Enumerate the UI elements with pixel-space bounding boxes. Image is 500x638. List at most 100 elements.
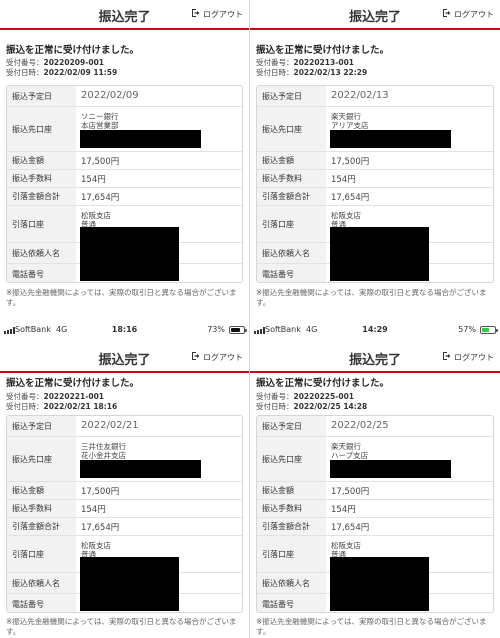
row-fee: 振込手数料 154円 [257,499,493,517]
fee-value: 154円 [81,175,106,185]
receipt-number-value: 20220221-001 [43,392,105,401]
receipt-datetime-label: 受付日時： [6,402,44,411]
row-total: 引落金額合計 17,654円 [7,187,242,205]
debit-branch: 松阪支店 [331,541,361,550]
amount-value: 17,500円 [81,487,120,497]
transfer-complete-screen-4: SoftBank 4G 14:29 57% 振込完了 ログアウト 振込を正常に受… [250,319,500,638]
receipt-datetime-value: 2022/02/09 11:59 [43,68,118,77]
row-destination-account: 振込先口座 楽天銀行 ハープ支店 [257,436,493,481]
row-label: 振込金額 [7,482,76,499]
transfer-details-table: 振込予定日 2022/02/21 振込先口座 三井住友銀行 花小金井支店 振込金額 17… [6,415,243,613]
status-bar: SoftBank 4G 18:16 73% [0,319,249,343]
row-label: 振込先口座 [257,437,326,481]
row-label: 振込金額 [257,482,326,499]
redacted-account-number [80,460,201,478]
debit-branch: 松阪支店 [81,541,111,550]
transfer-details-table: 振込予定日 2022/02/09 振込先口座 ソニー銀行 本店営業部 振込金額 17,5… [6,85,243,283]
logout-icon [442,351,452,363]
logout-button[interactable]: ログアウト [442,351,494,363]
row-label: 振込手数料 [257,500,326,517]
row-label: 振込依頼人名 [257,243,326,263]
logout-button[interactable]: ログアウト [191,8,243,20]
total-value: 17,654円 [331,523,370,533]
logout-button[interactable]: ログアウト [191,351,243,363]
scheduled-date-value: 2022/02/21 [81,420,139,431]
success-message: 振込を正常に受け付けました。 [256,378,390,389]
receipt-datetime: 受付日時：2022/02/25 14:28 [256,401,367,412]
amount-value: 17,500円 [81,157,120,167]
redacted-personal-info [80,557,179,611]
destination-account-value: 楽天銀行 アリア支店 [331,112,369,130]
row-label: 振込先口座 [7,437,76,481]
receipt-number-value: 20220213-001 [293,58,355,67]
fee-value: 154円 [331,175,356,185]
transfer-complete-screen-1: 振込完了 ログアウト 振込を正常に受け付けました。 受付番号：20220209-… [0,0,250,319]
success-message: 振込を正常に受け付けました。 [256,45,390,56]
redacted-account-number [330,460,451,478]
receipt-number-value: 20220209-001 [43,58,105,67]
disclaimer-note: ※振込先金融機関によっては、実際の取引日と異なる場合がございます。 [6,617,237,636]
destination-bank: ソニー銀行 [81,112,119,121]
destination-account-value: 楽天銀行 ハープ支店 [331,442,368,460]
destination-branch: 本店営業部 [81,121,119,130]
debit-branch: 松阪支店 [331,211,361,220]
receipt-datetime: 受付日時：2022/02/09 11:59 [6,67,117,78]
receipt-number-label: 受付番号： [6,58,44,67]
transfer-details-table: 振込予定日 2022/02/13 振込先口座 楽天銀行 アリア支店 振込金額 17,50… [256,85,494,283]
row-label: 引落口座 [7,206,76,242]
disclaimer-note: ※振込先金融機関によっては、実際の取引日と異なる場合がございます。 [6,288,237,307]
receipt-number-label: 受付番号： [256,392,294,401]
row-scheduled-date: 振込予定日 2022/02/13 [257,86,493,106]
header: 振込完了 ログアウト [250,0,500,30]
logout-button[interactable]: ログアウト [442,8,494,20]
row-label: 引落口座 [7,536,76,572]
row-label: 電話番号 [7,594,76,612]
receipt-datetime-label: 受付日時： [6,68,44,77]
logout-label: ログアウト [203,9,243,19]
destination-bank: 楽天銀行 [331,112,361,121]
row-label: 引落金額合計 [257,188,326,205]
fee-value: 154円 [81,505,106,515]
destination-bank: 三井住友銀行 [81,442,126,451]
row-label: 引落金額合計 [7,188,76,205]
row-destination-account: 振込先口座 三井住友銀行 花小金井支店 [7,436,242,481]
logout-icon [442,8,452,20]
amount-value: 17,500円 [331,157,370,167]
row-label: 振込依頼人名 [7,573,76,593]
header: 振込完了 ログアウト [0,343,249,373]
disclaimer-note: ※振込先金融機関によっては、実際の取引日と異なる場合がございます。 [256,288,487,307]
row-label: 振込金額 [7,152,76,169]
redacted-personal-info [330,227,429,281]
receipt-number-label: 受付番号： [256,58,294,67]
row-scheduled-date: 振込予定日 2022/02/09 [7,86,242,106]
destination-branch: アリア支店 [331,121,369,130]
receipt-number-label: 受付番号： [6,392,44,401]
total-value: 17,654円 [81,193,120,203]
row-label: 振込依頼人名 [257,573,326,593]
row-scheduled-date: 振込予定日 2022/02/21 [7,416,242,436]
scheduled-date-value: 2022/02/13 [331,90,389,101]
total-value: 17,654円 [331,193,370,203]
redacted-account-number [80,130,201,148]
row-label: 引落口座 [257,206,326,242]
row-amount: 振込金額 17,500円 [257,481,493,499]
fee-value: 154円 [331,505,356,515]
destination-branch: ハープ支店 [331,451,369,460]
row-label: 振込手数料 [7,170,76,187]
destination-account-value: 三井住友銀行 花小金井支店 [81,442,126,460]
success-message: 振込を正常に受け付けました。 [6,45,140,56]
row-amount: 振込金額 17,500円 [7,151,242,169]
battery-fill [482,328,489,332]
row-label: 振込予定日 [7,86,76,106]
row-label: 振込先口座 [257,107,326,151]
row-label: 振込予定日 [257,86,326,106]
transfer-complete-screen-3: SoftBank 4G 18:16 73% 振込完了 ログアウト 振込を正常に受… [0,319,250,638]
row-label: 振込先口座 [7,107,76,151]
receipt-datetime-value: 2022/02/21 18:16 [43,402,118,411]
destination-bank: 楽天銀行 [331,442,361,451]
row-label: 振込依頼人名 [7,243,76,263]
battery-icon [229,326,247,334]
receipt-datetime-label: 受付日時： [256,68,294,77]
row-label: 引落口座 [257,536,326,572]
row-label: 振込手数料 [257,170,326,187]
